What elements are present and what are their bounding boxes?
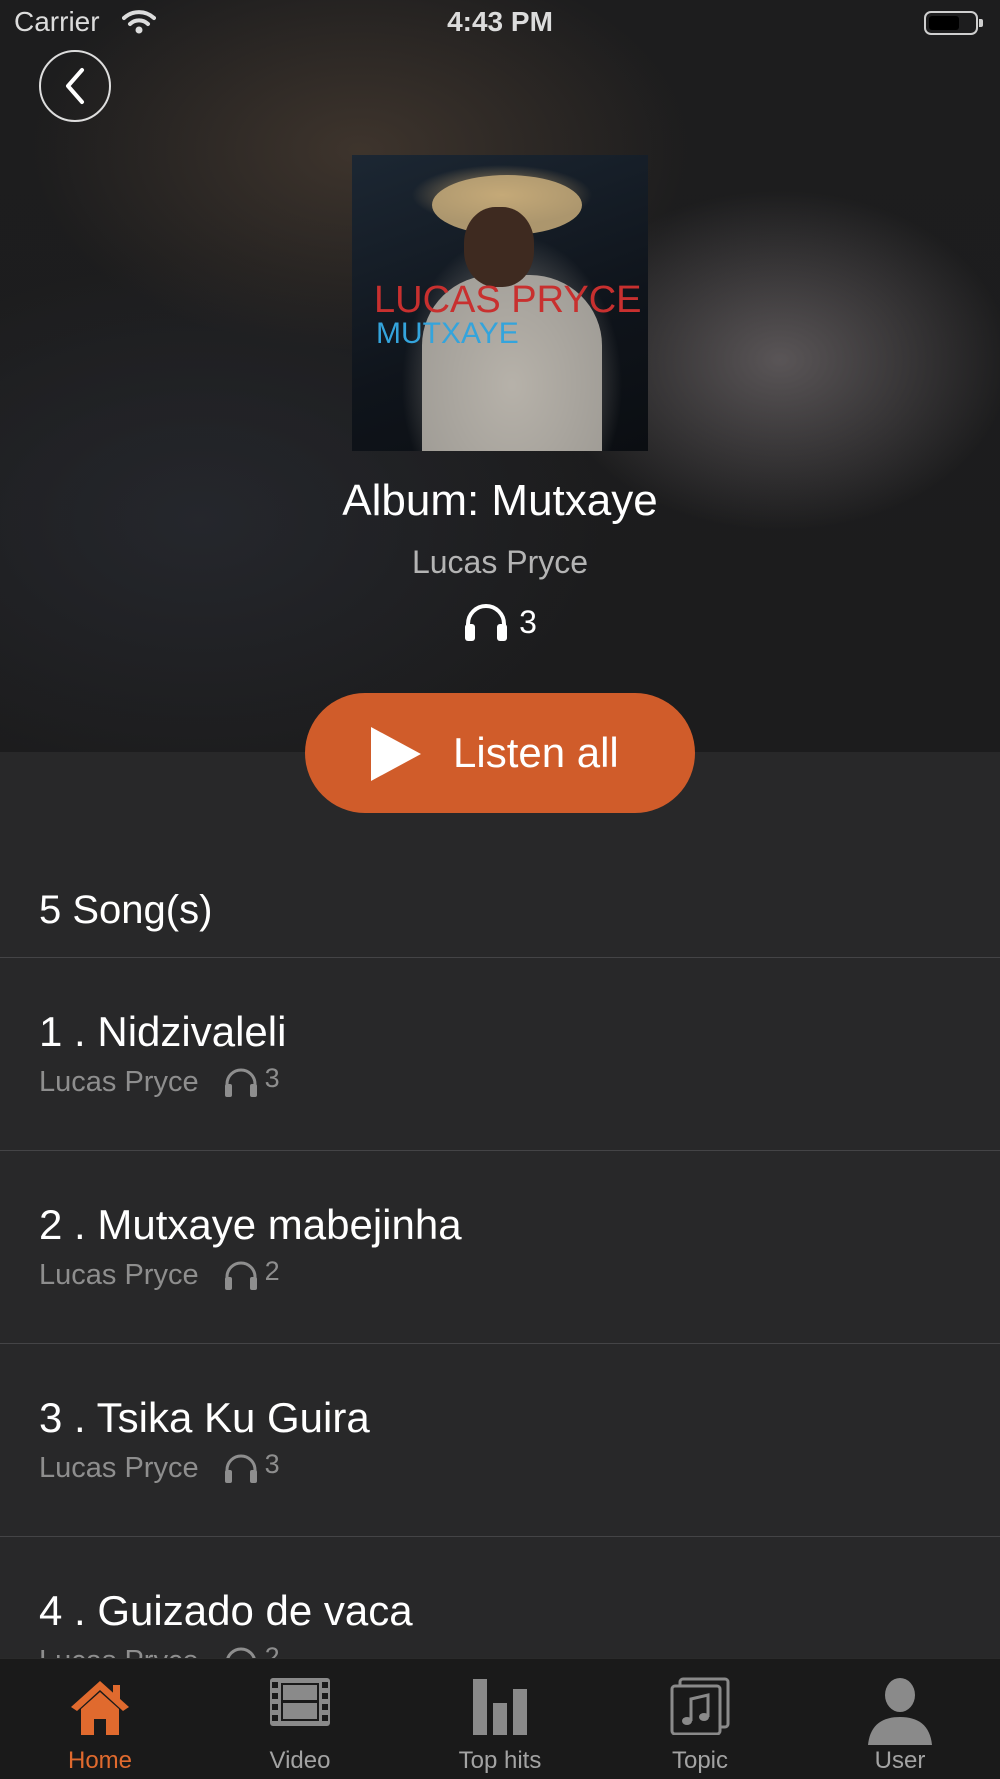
clock: 4:43 PM <box>447 6 553 37</box>
tab-top-hits-label: Top hits <box>458 1747 542 1774</box>
song-artist: Lucas Pryce <box>39 1066 199 1098</box>
album-title: Album: Mutxaye <box>342 476 658 525</box>
back-button[interactable] <box>39 50 111 122</box>
cover-album-text: MUTXAYE <box>376 317 519 350</box>
song-title: 2 . Mutxaye mabejinha <box>39 1201 462 1248</box>
tab-user-label: User <box>874 1747 926 1774</box>
song-row[interactable]: 2 . Mutxaye mabejinha Lucas Pryce 2 <box>0 1151 1000 1343</box>
song-artist: Lucas Pryce <box>39 1452 199 1484</box>
song-play-count: 3 <box>264 1063 280 1093</box>
headphones-icon <box>224 1068 257 1097</box>
tab-top-hits[interactable]: Top hits <box>400 1659 600 1779</box>
music-note-icon <box>670 1677 730 1735</box>
song-row[interactable]: 1 . Nidzivaleli Lucas Pryce 3 <box>0 958 1000 1150</box>
songs-count-header: 5 Song(s) <box>39 888 213 932</box>
song-artist: Lucas Pryce <box>39 1259 199 1291</box>
tab-video[interactable]: Video <box>200 1659 400 1779</box>
tab-home-label: Home <box>67 1747 133 1774</box>
album-play-count: 3 <box>0 602 1000 642</box>
song-play-count: 3 <box>264 1449 280 1479</box>
bar-chart-icon <box>473 1679 527 1735</box>
cover-artist-text: LUCAS PRYCE <box>374 279 642 321</box>
tab-topic-label: Topic <box>671 1747 729 1774</box>
user-icon <box>868 1678 932 1745</box>
tab-topic[interactable]: Topic <box>600 1659 800 1779</box>
listen-all-label: Listen all <box>453 729 619 776</box>
album-cover: LUCAS PRYCE MUTXAYE <box>352 155 648 451</box>
battery-icon <box>924 11 983 35</box>
tab-video-label: Video <box>269 1747 331 1774</box>
tab-home[interactable]: Home <box>0 1659 200 1779</box>
album-artist: Lucas Pryce <box>411 544 589 580</box>
tab-bar: Home Video Top hits Topic User <box>0 1658 1000 1779</box>
film-icon <box>270 1678 330 1726</box>
album-play-count-value: 3 <box>519 603 537 640</box>
tab-user[interactable]: User <box>800 1659 1000 1779</box>
song-row[interactable]: 3 . Tsika Ku Guira Lucas Pryce 3 <box>0 1344 1000 1536</box>
headphones-icon <box>465 604 508 641</box>
headphones-icon <box>224 1261 257 1290</box>
headphones-icon <box>224 1454 257 1483</box>
song-title: 4 . Guizado de vaca <box>39 1587 413 1634</box>
listen-all-button[interactable]: Listen all <box>305 693 695 813</box>
song-title: 1 . Nidzivaleli <box>39 1008 287 1055</box>
home-icon <box>71 1681 129 1735</box>
song-title: 3 . Tsika Ku Guira <box>39 1394 370 1441</box>
chevron-left-icon <box>66 68 84 104</box>
song-play-count: 2 <box>264 1256 280 1286</box>
album-header: Carrier 4:43 PM LUCAS PRYCE MUTXAYE Albu… <box>0 0 1000 752</box>
play-icon <box>371 727 421 781</box>
status-bar: Carrier 4:43 PM <box>0 0 1000 50</box>
